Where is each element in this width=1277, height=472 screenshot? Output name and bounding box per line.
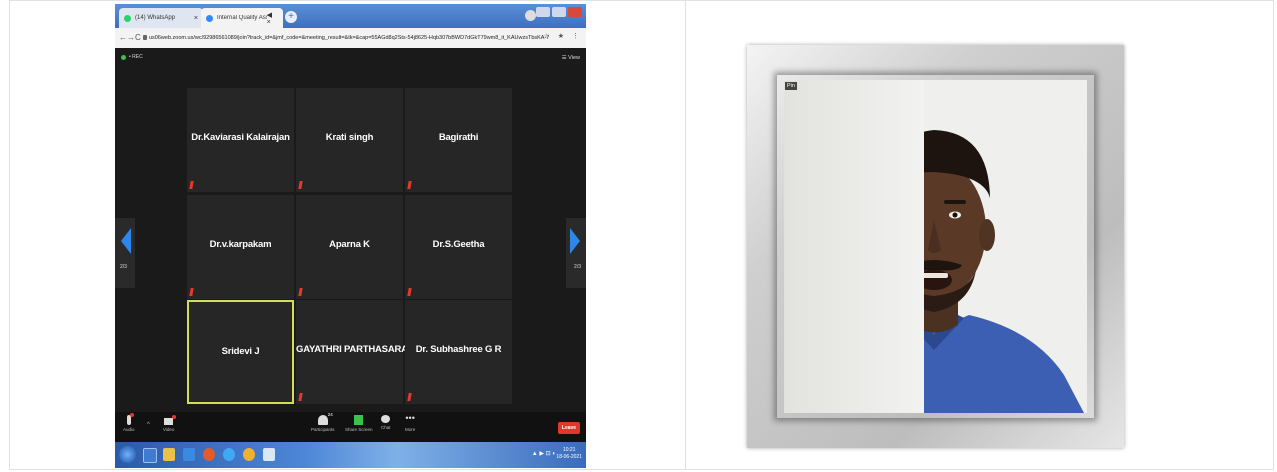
- zoom-meeting-view: • REC ☰ View 2/3 2/3 Dr.Kaviarasi Kalair…: [115, 48, 586, 442]
- status-dot-icon: [121, 54, 126, 60]
- next-page-icon[interactable]: [570, 228, 580, 254]
- speaker-video: Pin: [784, 80, 1087, 413]
- minimize-icon[interactable]: [536, 7, 550, 17]
- participant-tile[interactable]: Krati singh: [296, 88, 403, 192]
- page-indicator-left: 2/3: [120, 264, 127, 270]
- recording-indicator: • REC: [121, 54, 143, 60]
- audio-options-icon[interactable]: ^: [147, 422, 150, 428]
- muted-mic-icon: [189, 288, 194, 296]
- folder-icon[interactable]: [163, 448, 175, 461]
- reload-icon[interactable]: C: [135, 33, 141, 42]
- profile-icon[interactable]: [525, 10, 536, 21]
- new-tab-button[interactable]: +: [285, 11, 297, 23]
- ie-icon[interactable]: [223, 448, 235, 461]
- participant-name: Krati singh: [325, 132, 374, 143]
- more-button[interactable]: ••• More: [405, 413, 416, 433]
- participant-tile[interactable]: Aparna K: [296, 195, 403, 299]
- meeting-screenshot: (14) WhatsApp × Internal Quality Assuran…: [115, 4, 586, 468]
- column-divider: [685, 0, 686, 470]
- rec-label: • REC: [129, 54, 143, 60]
- chat-button[interactable]: Chat: [381, 415, 391, 430]
- chrome-icon[interactable]: [203, 448, 215, 461]
- url-field[interactable]: us06web.zoom.us/wc/92986561089/join?trac…: [149, 32, 549, 44]
- whatsapp-icon: [124, 14, 131, 22]
- leave-button[interactable]: Leave: [558, 422, 580, 434]
- tab-whatsapp[interactable]: (14) WhatsApp ×: [119, 8, 203, 28]
- participant-grid: Dr.Kaviarasi Kalairajan Krati singh Bagi…: [187, 88, 512, 408]
- participant-tile[interactable]: Dr. Subhashree G R: [405, 300, 512, 404]
- muted-mic-icon: [407, 393, 412, 401]
- video-button[interactable]: Video: [163, 415, 177, 432]
- participants-button[interactable]: 24 Participants: [311, 412, 335, 432]
- share-screen-icon: [354, 415, 364, 425]
- muted-mic-icon: [189, 181, 194, 189]
- audio-button[interactable]: Audio: [123, 413, 135, 432]
- tab-label: Internal Quality Assurance Ce: [217, 15, 267, 21]
- participant-tile[interactable]: Dr.v.karpakam: [187, 195, 294, 299]
- participant-tile[interactable]: Bagirathi: [405, 88, 512, 192]
- audio-label: Audio: [123, 427, 135, 432]
- background-wall: [784, 80, 924, 413]
- participant-name: Bagirathi: [438, 132, 479, 143]
- close-icon[interactable]: ×: [194, 15, 198, 22]
- tab-label: (14) WhatsApp: [135, 15, 176, 21]
- video-label: Video: [163, 427, 175, 432]
- share-screen-button[interactable]: Share Screen: [345, 415, 373, 432]
- participant-tile[interactable]: Dr.Kaviarasi Kalairajan: [187, 88, 294, 192]
- meeting-toolbar: Audio ^ Video 24 Participants Share Scre…: [115, 412, 586, 442]
- clock[interactable]: 10:21 18-06-2021: [556, 447, 582, 461]
- maximize-icon[interactable]: [552, 7, 566, 17]
- close-window-icon[interactable]: [568, 7, 582, 17]
- muted-mic-icon: [407, 181, 412, 189]
- taskbar-app-icon[interactable]: [143, 448, 157, 463]
- participant-name: Dr.S.Geetha: [432, 239, 485, 250]
- close-icon[interactable]: ◀ ×: [267, 11, 278, 26]
- prev-page-icon[interactable]: [121, 228, 131, 254]
- participants-label: Participants: [311, 427, 335, 432]
- participants-icon: 24: [317, 412, 333, 425]
- participant-tile-active-speaker[interactable]: Sridevi J: [187, 300, 294, 404]
- windows-taskbar: ▲ ▶ ⊡ ◐ 10:21 18-06-2021: [115, 442, 586, 468]
- clock-date: 18-06-2021: [556, 454, 582, 460]
- taskbar-app-icon[interactable]: [183, 448, 195, 461]
- participant-name: Dr.v.karpakam: [209, 239, 272, 250]
- view-button[interactable]: ☰ View: [562, 55, 580, 61]
- participant-name: Sridevi J: [221, 346, 260, 357]
- more-label: More: [405, 427, 416, 432]
- tab-zoom[interactable]: Internal Quality Assurance Ce ◀ ×: [201, 8, 283, 28]
- system-tray-icons[interactable]: ▲ ▶ ⊡ ◐: [532, 450, 556, 457]
- participant-name: Aparna K: [329, 239, 370, 250]
- address-bar: ← → C us06web.zoom.us/wc/92986561089/joi…: [115, 28, 586, 49]
- pin-button[interactable]: Pin: [785, 82, 797, 90]
- forward-icon[interactable]: →: [127, 33, 135, 42]
- extension-icons[interactable]: ☆ ★ ⋮: [544, 32, 582, 40]
- lock-icon: [143, 35, 147, 40]
- clock-time: 10:21: [562, 447, 576, 453]
- participant-name: GAYATHRI PARTHASARATHY: [296, 344, 426, 355]
- muted-mic-icon: [298, 393, 303, 401]
- share-label: Share Screen: [345, 427, 373, 432]
- start-button-icon[interactable]: [119, 446, 136, 463]
- microphone-icon: [126, 413, 134, 425]
- muted-mic-icon: [298, 181, 303, 189]
- muted-mic-icon: [407, 288, 412, 296]
- participant-name: Dr. Subhashree G R: [415, 344, 502, 355]
- participants-count: 24: [327, 412, 333, 417]
- page-indicator-right: 2/3: [574, 264, 581, 270]
- participant-tile[interactable]: GAYATHRI PARTHASARATHY: [296, 300, 426, 404]
- window-controls: [536, 7, 582, 17]
- camera-icon: [164, 415, 177, 425]
- back-icon[interactable]: ←: [119, 33, 127, 42]
- participant-name: Dr.Kaviarasi Kalairajan: [191, 132, 290, 143]
- zoom-icon: [206, 14, 213, 22]
- taskbar-app-icon[interactable]: [263, 448, 275, 461]
- more-icon: •••: [405, 413, 415, 423]
- participant-tile[interactable]: Dr.S.Geetha: [405, 195, 512, 299]
- browser-tab-bar: (14) WhatsApp × Internal Quality Assuran…: [115, 4, 586, 28]
- chrome-icon[interactable]: [243, 448, 255, 461]
- chat-icon: [381, 415, 391, 423]
- muted-mic-icon: [298, 288, 303, 296]
- chat-label: Chat: [381, 425, 391, 430]
